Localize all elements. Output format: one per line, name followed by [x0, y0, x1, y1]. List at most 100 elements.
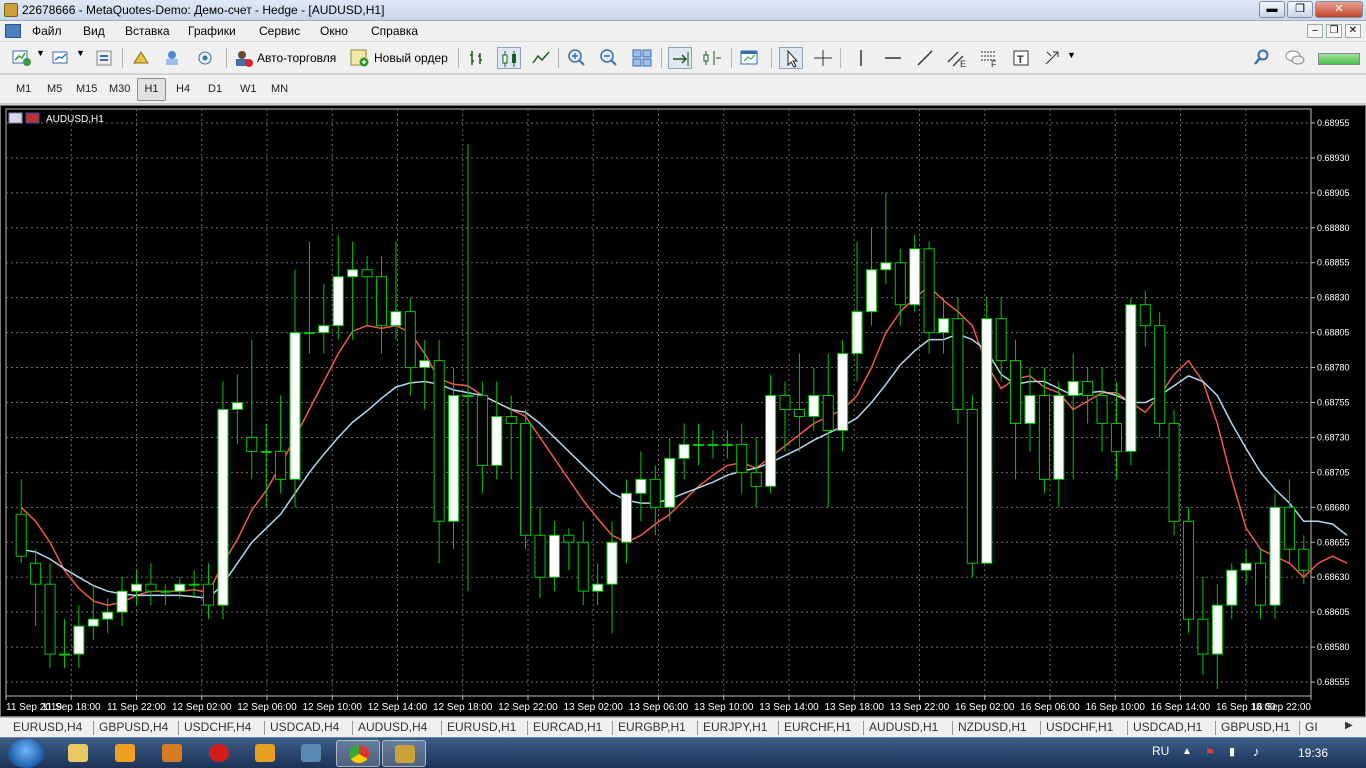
timeframe-mn[interactable]: MN: [265, 78, 294, 101]
candlestick-chart-button[interactable]: [497, 47, 521, 69]
fibonacci-tool-icon[interactable]: F: [977, 47, 1001, 69]
chart-tab[interactable]: GBPUSD,H1: [1221, 720, 1290, 736]
candle-body-bull: [1024, 395, 1036, 424]
candle-body-bear: [750, 471, 762, 487]
chart-tab[interactable]: USDCAD,H4: [270, 720, 339, 736]
mdi-close-button[interactable]: ✕: [1345, 24, 1361, 38]
signals-button[interactable]: [193, 47, 217, 69]
timeframe-m30[interactable]: M30: [103, 78, 136, 101]
chart-tab[interactable]: EURCAD,H1: [533, 720, 602, 736]
maximize-window-button[interactable]: ❐: [1287, 1, 1313, 18]
y-tick-label: 0.68555: [1317, 677, 1350, 687]
menu-window[interactable]: Окно: [320, 24, 348, 38]
app-taskbar-button[interactable]: [243, 740, 287, 767]
zoom-out-icon[interactable]: [597, 47, 621, 69]
zoom-in-icon[interactable]: [565, 47, 589, 69]
candle-body-bull: [1269, 506, 1281, 606]
minimize-window-button[interactable]: ▬: [1259, 1, 1285, 18]
timeframe-h1[interactable]: H1: [137, 78, 166, 101]
y-tick-label: 0.68830: [1317, 293, 1350, 303]
market-watch-button[interactable]: [93, 47, 117, 69]
dropdown-arrow-icon[interactable]: ▼: [76, 48, 85, 58]
scroll-tabs-right-icon[interactable]: ▶: [1345, 720, 1353, 731]
candle-body-bear: [1298, 548, 1310, 571]
candle-body-bull: [837, 353, 849, 431]
input-language[interactable]: RU: [1152, 744, 1169, 758]
timeframe-m5[interactable]: M5: [41, 78, 68, 101]
media-player-taskbar-button[interactable]: [103, 740, 147, 767]
menu-insert[interactable]: Вставка: [125, 24, 170, 38]
candle-body-bear: [404, 311, 416, 369]
y-tick-label: 0.68680: [1317, 502, 1350, 512]
chart-tab[interactable]: GBPUSD,H4: [99, 720, 168, 736]
menu-tools[interactable]: Сервис: [259, 24, 300, 38]
timeframe-w1[interactable]: W1: [234, 78, 263, 101]
search-icon[interactable]: [1250, 47, 1274, 69]
navigator-button[interactable]: [160, 47, 184, 69]
menu-charts[interactable]: Графики: [188, 24, 236, 38]
app-taskbar-button[interactable]: [289, 740, 333, 767]
tray-expand-icon[interactable]: ▲: [1182, 746, 1192, 757]
opera-taskbar-button[interactable]: [197, 740, 241, 767]
chart-tab[interactable]: NZDUSD,H1: [958, 720, 1027, 736]
clock[interactable]: 19:36: [1298, 746, 1328, 760]
bar-chart-button[interactable]: [465, 47, 489, 69]
close-window-button[interactable]: ✕: [1315, 1, 1363, 18]
arrows-tool-icon[interactable]: [1041, 47, 1065, 69]
chart-tab[interactable]: AUDUSD,H1: [869, 720, 938, 736]
new-chart-button[interactable]: [10, 47, 34, 69]
equidistant-channel-tool-icon[interactable]: E: [945, 47, 969, 69]
vertical-line-tool-icon[interactable]: [849, 47, 873, 69]
cursor-tool-icon[interactable]: [779, 47, 803, 69]
chart-window[interactable]: 0.68955 0.68930 0.68905 0.68880 0.68855 0.688…: [0, 105, 1366, 717]
chart-tab[interactable]: AUDUSD,H4: [358, 720, 427, 736]
mdi-restore-button[interactable]: ❐: [1326, 24, 1342, 38]
chart-tab[interactable]: GI: [1305, 720, 1318, 736]
menu-help[interactable]: Справка: [371, 24, 418, 38]
flag-icon[interactable]: ⚑: [1205, 746, 1215, 759]
autotrade-button[interactable]: Авто-торговля: [257, 51, 336, 65]
candle-body-bull: [937, 318, 950, 334]
chart-tab[interactable]: EURUSD,H4: [13, 720, 82, 736]
tile-windows-button[interactable]: [630, 47, 654, 69]
tab-separator: [697, 721, 698, 735]
mdi-minimize-button[interactable]: –: [1307, 24, 1323, 38]
windows-start-button[interactable]: [8, 739, 44, 768]
chart-tab[interactable]: USDCAD,H1: [1133, 720, 1202, 736]
crosshair-tool-icon[interactable]: [811, 47, 835, 69]
line-chart-button[interactable]: [529, 47, 553, 69]
new-order-button[interactable]: Новый ордер: [374, 51, 448, 65]
network-icon[interactable]: ▮: [1229, 745, 1235, 758]
menu-view[interactable]: Вид: [83, 24, 105, 38]
chart-tab[interactable]: EURUSD,H1: [447, 720, 516, 736]
app-taskbar-button[interactable]: [150, 740, 194, 767]
timeframe-m1[interactable]: M1: [10, 78, 37, 101]
dropdown-arrow-icon[interactable]: ▼: [36, 48, 45, 58]
price-chart[interactable]: 0.68955 0.68930 0.68905 0.68880 0.68855 0.688…: [1, 106, 1365, 716]
timeframe-h4[interactable]: H4: [170, 78, 196, 101]
metatrader-taskbar-button[interactable]: [382, 740, 426, 767]
chart-tab[interactable]: EURCHF,H1: [784, 720, 851, 736]
chart-tab[interactable]: USDCHF,H4: [184, 720, 251, 736]
candle: [1182, 507, 1195, 634]
tab-separator: [527, 721, 528, 735]
text-tool-icon[interactable]: T: [1009, 47, 1033, 69]
volume-icon[interactable]: ♪: [1253, 744, 1260, 759]
menu-file[interactable]: Файл: [32, 24, 62, 38]
timeframe-d1[interactable]: D1: [202, 78, 228, 101]
templates-button[interactable]: [738, 47, 762, 69]
dropdown-arrow-icon[interactable]: ▼: [1067, 50, 1076, 60]
chart-shift-button[interactable]: [700, 47, 724, 69]
horizontal-line-tool-icon[interactable]: [881, 47, 905, 69]
chart-tab[interactable]: EURGBP,H1: [618, 720, 686, 736]
timeframe-m15[interactable]: M15: [70, 78, 103, 101]
data-window-button[interactable]: [129, 47, 153, 69]
profiles-button[interactable]: [50, 47, 74, 69]
auto-scroll-button[interactable]: [668, 47, 692, 69]
chart-tab[interactable]: EURJPY,H1: [703, 720, 767, 736]
explorer-taskbar-button[interactable]: [56, 740, 100, 767]
chat-icon[interactable]: [1283, 47, 1307, 69]
chrome-taskbar-button[interactable]: [336, 740, 380, 767]
trendline-tool-icon[interactable]: [913, 47, 937, 69]
chart-tab[interactable]: USDCHF,H1: [1046, 720, 1113, 736]
